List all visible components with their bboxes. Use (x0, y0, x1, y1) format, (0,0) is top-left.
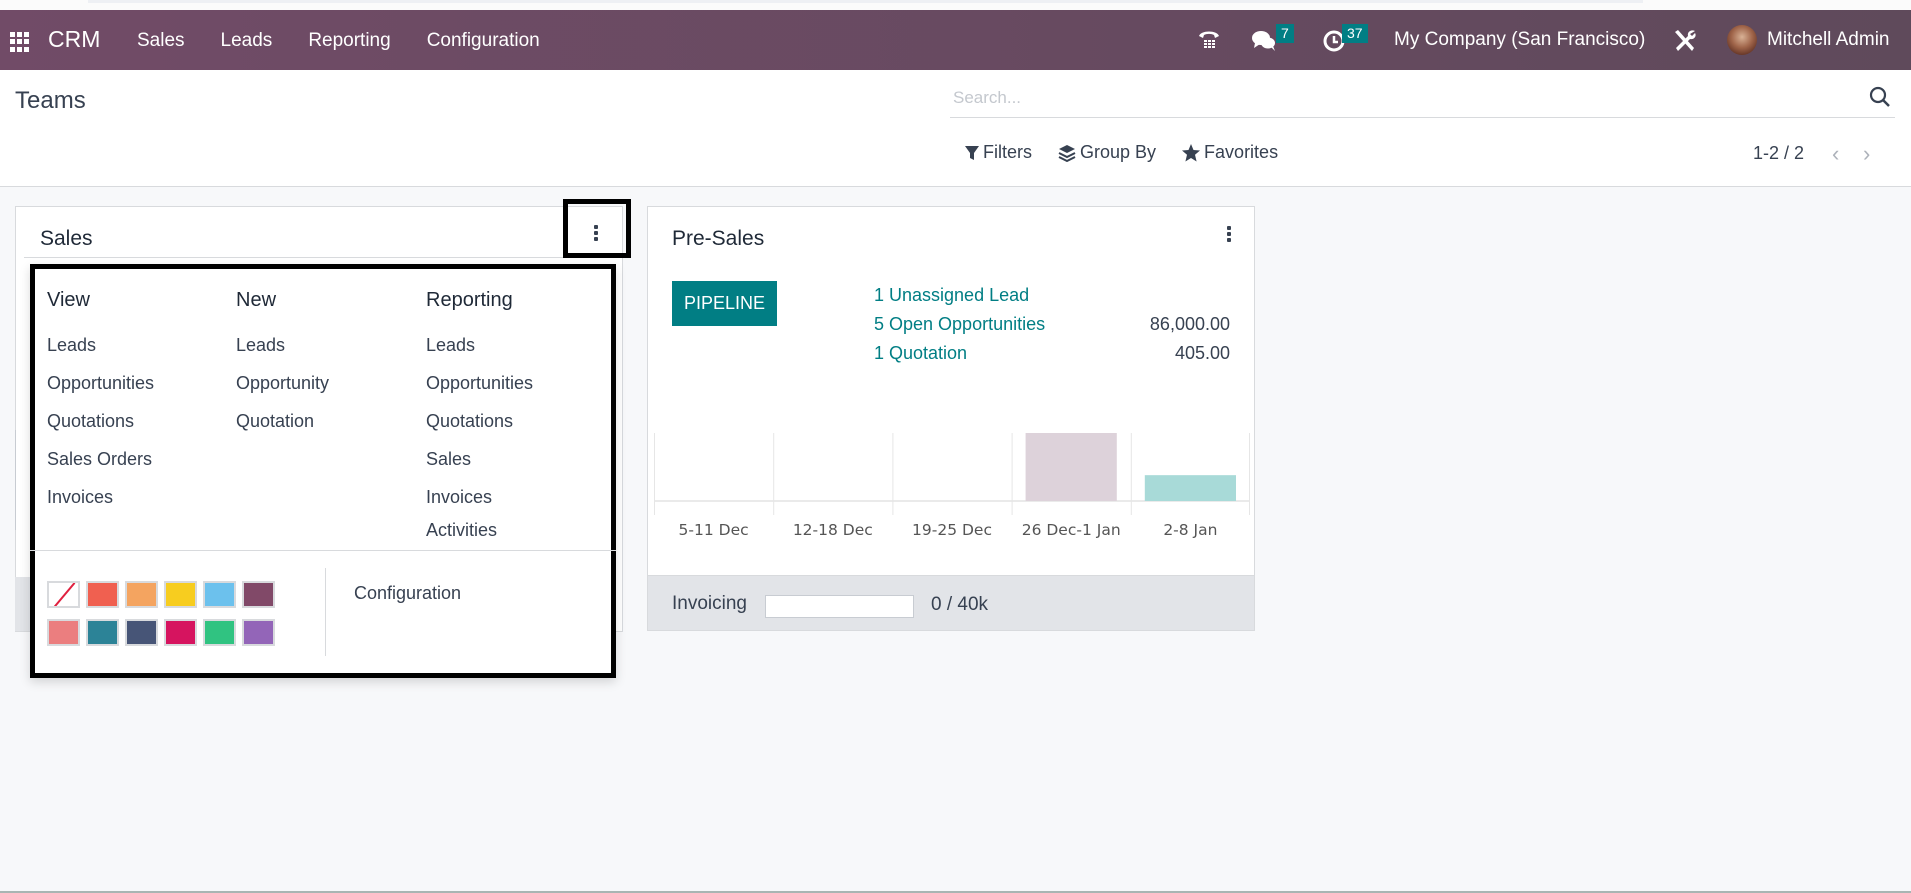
browser-top-strip-inner (88, 0, 1643, 3)
favorites-button[interactable]: Favorites (1182, 142, 1278, 163)
star-icon (1182, 143, 1201, 161)
configuration-link[interactable]: Configuration (354, 583, 461, 604)
color-swatch[interactable] (86, 581, 119, 608)
team-card-title: Pre-Sales (672, 227, 765, 250)
team-card-dropdown: View Leads Opportunities Quotations Sale… (30, 264, 616, 678)
chart-x-tick-label: 5-11 Dec (678, 521, 749, 539)
reporting-opportunities-link[interactable]: Opportunities (426, 373, 533, 411)
search-box (950, 80, 1895, 118)
view-leads-link[interactable]: Leads (47, 335, 154, 373)
card-divider (24, 257, 622, 258)
group-by-button[interactable]: Group By (1058, 142, 1156, 163)
favorites-label: Favorites (1204, 142, 1279, 162)
nav-item-reporting[interactable]: Reporting (308, 30, 390, 52)
activities-badge: 37 (1342, 24, 1368, 43)
color-swatch[interactable] (47, 619, 80, 646)
reporting-quotations-link[interactable]: Quotations (426, 411, 533, 449)
view-opportunities-link[interactable]: Opportunities (47, 373, 154, 411)
group-by-label: Group By (1080, 142, 1157, 162)
pipeline-button[interactable]: PIPELINE (672, 281, 777, 326)
pager-next-icon[interactable]: › (1863, 141, 1870, 167)
page-title: Teams (15, 87, 86, 114)
view-invoices-link[interactable]: Invoices (47, 487, 154, 525)
browser-top-strip (0, 0, 1911, 10)
nav-item-leads[interactable]: Leads (221, 30, 273, 52)
dropdown-divider (30, 550, 616, 551)
filters-label: Filters (983, 142, 1032, 162)
reporting-activities-link[interactable]: Activities (426, 520, 533, 558)
dropdown-new-section: New Leads Opportunity Quotation (236, 289, 329, 449)
reporting-sales-link[interactable]: Sales (426, 449, 533, 487)
filter-icon (965, 145, 979, 160)
chart-bar[interactable] (1025, 433, 1117, 501)
pager-previous-icon[interactable]: ‹ (1832, 141, 1839, 167)
messages-badge: 7 (1276, 24, 1294, 43)
view-sales-orders-link[interactable]: Sales Orders (47, 449, 154, 487)
color-swatch[interactable] (242, 581, 275, 608)
open-opportunities-link[interactable]: 5 Open Opportunities (874, 314, 1045, 335)
chart-x-tick-label: 19-25 Dec (912, 521, 992, 539)
dropdown-view-section: View Leads Opportunities Quotations Sale… (47, 289, 154, 525)
new-opportunity-link[interactable]: Opportunity (236, 373, 329, 411)
color-swatch[interactable] (125, 619, 158, 646)
card-footer: Invoicing 0 / 40k (648, 575, 1254, 630)
color-swatch[interactable] (203, 619, 236, 646)
user-avatar[interactable] (1727, 25, 1757, 55)
apps-icon[interactable] (10, 32, 30, 52)
filters-button[interactable]: Filters (965, 142, 1032, 163)
nav-item-sales[interactable]: Sales (137, 30, 185, 52)
reporting-invoices-link[interactable]: Invoices (426, 487, 533, 520)
app-brand[interactable]: CRM (48, 26, 100, 53)
chart-x-tick-label: 26 Dec-1 Jan (1021, 521, 1121, 539)
color-swatch[interactable] (242, 619, 275, 646)
user-menu[interactable]: Mitchell Admin (1767, 29, 1890, 51)
dropdown-heading-new: New (236, 289, 277, 311)
color-swatch[interactable] (203, 581, 236, 608)
chat-icon[interactable] (1251, 29, 1277, 58)
invoicing-label: Invoicing (672, 593, 747, 614)
dropdown-vertical-divider (325, 568, 326, 656)
dropdown-heading-reporting: Reporting (426, 289, 513, 311)
quotations-link[interactable]: 1 Quotation (874, 343, 967, 364)
nav-menu: Sales Leads Reporting Configuration (137, 30, 576, 52)
presales-card-menu-icon[interactable] (1227, 226, 1231, 242)
card-footer-edge (15, 577, 30, 631)
dropdown-reporting-section: Reporting Leads Opportunities Quotations… (426, 289, 533, 558)
search-icon[interactable] (1869, 86, 1891, 113)
new-leads-link[interactable]: Leads (236, 335, 329, 373)
reporting-leads-link[interactable]: Leads (426, 335, 533, 373)
color-picker (47, 581, 275, 646)
nav-item-configuration[interactable]: Configuration (427, 30, 540, 52)
open-opportunities-amount: 86,000.00 (1149, 314, 1230, 334)
control-panel: Teams Filters Group By Favorites 1-2 / 2… (0, 70, 1911, 187)
chart-x-tick-label: 2-8 Jan (1163, 521, 1218, 539)
tools-icon[interactable] (1672, 28, 1698, 59)
quotations-amount: 405.00 (1174, 343, 1230, 363)
unassigned-leads-link[interactable]: 1 Unassigned Lead (874, 285, 1029, 306)
navbar: CRM Sales Leads Reporting Configuration … (0, 10, 1911, 70)
card-scroll-edge (15, 430, 25, 530)
color-swatch-none[interactable] (47, 581, 80, 608)
color-swatch[interactable] (125, 581, 158, 608)
sales-card-menu-icon[interactable] (594, 225, 598, 241)
team-card-presales[interactable]: Pre-Sales PIPELINE 1 Unassigned Lead 5 O… (647, 206, 1255, 631)
pager-value[interactable]: 1-2 / 2 (1753, 143, 1804, 164)
color-swatch[interactable] (164, 581, 197, 608)
company-switcher[interactable]: My Company (San Francisco) (1394, 29, 1645, 51)
chart-x-tick-label: 12-18 Dec (792, 521, 873, 539)
team-card-title: Sales (40, 227, 93, 250)
color-swatch[interactable] (86, 619, 119, 646)
layers-icon (1058, 144, 1076, 162)
new-quotation-link[interactable]: Quotation (236, 411, 329, 449)
view-quotations-link[interactable]: Quotations (47, 411, 154, 449)
dropdown-heading-view: View (47, 289, 90, 311)
search-options: Filters Group By Favorites (965, 142, 1304, 163)
invoicing-progress-text: 0 / 40k (931, 594, 989, 615)
search-input[interactable] (953, 88, 1833, 108)
invoicing-progress-bar[interactable] (765, 595, 914, 618)
chart-bar[interactable] (1144, 475, 1236, 501)
phone-icon[interactable] (1197, 28, 1221, 57)
color-swatch[interactable] (164, 619, 197, 646)
